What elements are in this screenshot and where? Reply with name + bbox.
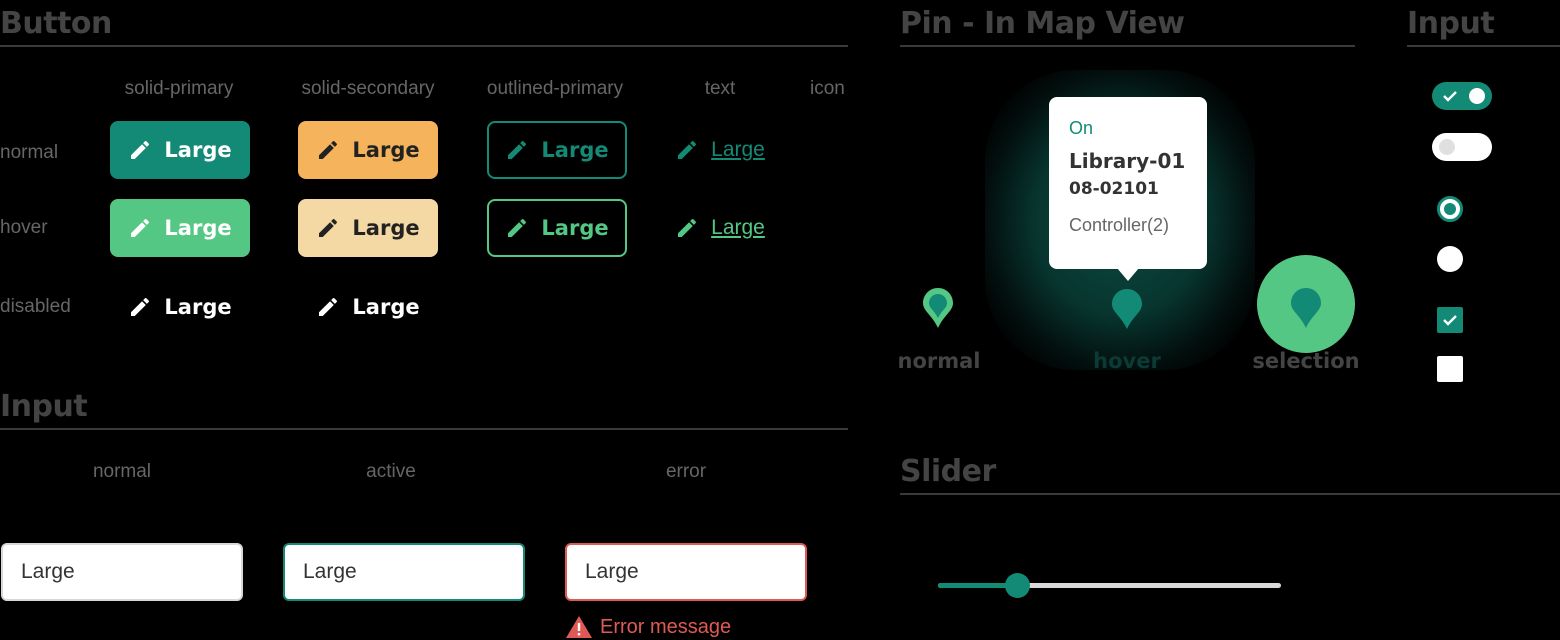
input-section-divider [0, 428, 848, 430]
button-label: Large [541, 138, 609, 162]
check-icon [1443, 91, 1457, 102]
solid-secondary-button-disabled[interactable]: Large [298, 278, 438, 336]
checkbox-checked[interactable] [1437, 307, 1463, 333]
pencil-icon [678, 218, 697, 237]
toggle-switch-on[interactable] [1432, 82, 1492, 110]
input-controls-divider [1407, 45, 1560, 47]
outlined-primary-button-hover[interactable]: Large [487, 199, 627, 257]
button-label: Large [711, 216, 765, 239]
button-label: Large [352, 138, 420, 162]
toggle-switch-off[interactable] [1432, 133, 1492, 161]
radio-dot [1444, 203, 1456, 215]
error-message: Error message [566, 616, 731, 638]
pencil-icon [131, 218, 150, 237]
button-label: Large [352, 216, 420, 240]
tooltip-arrow [1117, 268, 1139, 281]
row-label-normal: normal [0, 142, 59, 163]
col-label-icon: icon [810, 78, 845, 99]
pencil-icon [678, 140, 697, 159]
pin-tooltip: On Library-01 08-02101 Controller(2) [1049, 97, 1207, 281]
pencil-icon [131, 140, 150, 159]
col-label-solid-primary: solid-primary [124, 78, 234, 99]
tooltip-code: 08-02101 [1069, 179, 1159, 199]
pin-label-hover: hover [1093, 349, 1161, 373]
col-label-text: text [704, 78, 736, 99]
button-section-title: Button [0, 6, 112, 41]
button-label: Large [164, 138, 232, 162]
input-label-normal: normal [92, 461, 152, 482]
slider-section-title: Slider [900, 454, 996, 489]
text-input-active[interactable]: Large [283, 543, 525, 601]
button-label: Large [711, 138, 765, 161]
solid-secondary-button-normal[interactable]: Large [298, 121, 438, 179]
input-controls-title: Input [1407, 6, 1495, 41]
row-label-hover: hover [0, 217, 48, 238]
map-pin-normal-icon[interactable] [922, 287, 954, 329]
tooltip-status: On [1069, 118, 1094, 138]
pin-section-divider [900, 45, 1355, 47]
text-input-normal[interactable]: Large [1, 543, 243, 601]
pin-label-normal: normal [897, 349, 981, 373]
slider-track[interactable] [938, 573, 1281, 598]
solid-primary-button-normal[interactable]: Large [110, 121, 250, 179]
toggle-knob [1439, 139, 1455, 155]
outlined-primary-button-normal[interactable]: Large [487, 121, 627, 179]
pencil-icon [319, 297, 338, 316]
pencil-icon [508, 140, 527, 159]
slider-section-divider [900, 493, 1560, 495]
row-label-disabled: disabled [0, 296, 71, 317]
input-label-active: active [366, 461, 416, 482]
button-label: Large [541, 216, 609, 240]
col-label-solid-secondary: solid-secondary [301, 78, 435, 99]
pin-section-title: Pin - In Map View [900, 6, 1185, 41]
radio-button-checked[interactable] [1437, 196, 1463, 222]
pin-label-selection: selection [1252, 349, 1360, 373]
text-input-error[interactable]: Large [565, 543, 807, 601]
input-label-error: error [665, 461, 707, 482]
warning-icon [566, 616, 592, 638]
map-pin-selection-icon [1291, 288, 1321, 328]
input-section-title: Input [0, 389, 88, 424]
button-label: Large [164, 295, 232, 319]
button-section-divider [0, 45, 848, 47]
pencil-icon [319, 218, 338, 237]
tooltip-subtitle: Controller(2) [1069, 215, 1170, 235]
radio-button-unchecked[interactable] [1437, 246, 1463, 272]
pencil-icon [319, 140, 338, 159]
toggle-knob [1469, 88, 1485, 104]
checkbox-unchecked[interactable] [1437, 356, 1463, 382]
button-label: Large [352, 295, 420, 319]
text-button-hover[interactable]: Large [650, 199, 790, 257]
tooltip-title: Library-01 [1069, 149, 1186, 173]
pencil-icon [131, 297, 150, 316]
map-pin-hover-icon[interactable] [1111, 288, 1143, 330]
solid-primary-button-disabled[interactable]: Large [110, 278, 250, 336]
text-button-normal[interactable]: Large [650, 121, 790, 179]
error-message-text: Error message [600, 616, 732, 638]
solid-primary-button-hover[interactable]: Large [110, 199, 250, 257]
button-label: Large [164, 216, 232, 240]
check-icon [1443, 315, 1457, 326]
solid-secondary-button-hover[interactable]: Large [298, 199, 438, 257]
map-pin-selection-marker[interactable] [1257, 255, 1355, 353]
slider-thumb[interactable] [1005, 573, 1030, 598]
pencil-icon [508, 218, 527, 237]
